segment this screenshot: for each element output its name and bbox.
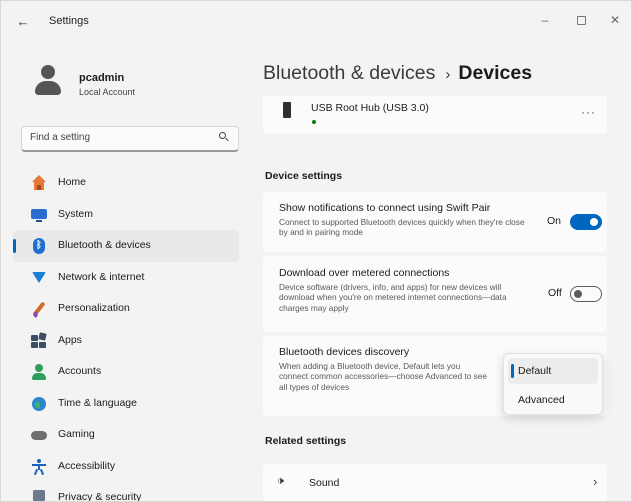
title-bar: ← Settings – ✕	[1, 1, 631, 41]
breadcrumb-separator: ›	[445, 66, 451, 83]
selected-indicator	[511, 364, 514, 378]
sidebar-item-label: Privacy & security	[58, 491, 142, 502]
swift-pair-title: Show notifications to connect using Swif…	[279, 202, 491, 214]
sidebar-item-privacy-security[interactable]: Privacy & security	[13, 482, 239, 502]
sidebar-item-label: Home	[58, 176, 87, 188]
swift-pair-description: Connect to supported Bluetooth devices q…	[279, 217, 525, 238]
discovery-option-advanced[interactable]: Advanced	[508, 387, 598, 413]
option-label: Advanced	[518, 394, 565, 406]
sidebar-item-label: Network & internet	[58, 270, 145, 283]
sidebar-item-label: Apps	[58, 333, 82, 346]
bluetooth-icon: ᛒ	[31, 238, 47, 254]
sound-link[interactable]: 🕩 Sound ›	[263, 464, 607, 501]
sidebar-item-label: Time & language	[58, 396, 137, 409]
sidebar-item-accounts[interactable]: Accounts	[13, 356, 239, 388]
sidebar-item-accessibility[interactable]: Accessibility	[13, 451, 239, 483]
network-icon	[31, 270, 47, 286]
active-indicator	[13, 239, 16, 253]
metered-toggle[interactable]	[570, 286, 602, 302]
home-icon	[31, 175, 47, 191]
profile-name: pcadmin	[79, 72, 125, 84]
gaming-icon	[31, 427, 47, 443]
accessibility-icon	[31, 458, 47, 475]
usb-device-icon	[283, 102, 291, 118]
device-card[interactable]: USB Root Hub (USB 3.0) ···	[263, 96, 607, 134]
time-language-icon	[31, 396, 47, 412]
more-options-button[interactable]: ···	[581, 105, 596, 119]
sidebar-item-personalization[interactable]: Personalization	[13, 293, 239, 325]
discovery-description: When adding a Bluetooth device, Default …	[279, 361, 487, 392]
personalization-icon	[31, 301, 47, 319]
sidebar-item-label: Personalization	[58, 302, 130, 314]
sidebar-item-label: Accounts	[58, 365, 102, 377]
sidebar-item-label: Gaming	[58, 428, 95, 440]
sidebar-item-system[interactable]: System	[13, 199, 239, 231]
search-box[interactable]	[21, 126, 239, 152]
search-input[interactable]	[30, 132, 210, 143]
metered-title: Download over metered connections	[279, 267, 450, 279]
sidebar-item-label: Bluetooth & devices	[58, 239, 151, 251]
avatar[interactable]	[35, 65, 61, 99]
maximize-icon	[576, 16, 586, 26]
privacy-icon	[31, 490, 47, 501]
sidebar-nav: Home System ᛒ Bluetooth & devices Networ…	[13, 167, 241, 502]
device-settings-heading: Device settings	[265, 170, 343, 182]
avatar-head	[41, 65, 55, 79]
maximize-button[interactable]	[567, 9, 595, 31]
option-label: Default	[518, 365, 552, 377]
avatar-body	[35, 81, 61, 95]
sidebar-item-time-language[interactable]: Time & language	[13, 388, 239, 420]
swift-pair-state-label: On	[547, 215, 562, 227]
sidebar-item-apps[interactable]: Apps	[13, 325, 239, 357]
sidebar-item-gaming[interactable]: Gaming	[13, 419, 239, 451]
close-button[interactable]: ✕	[601, 9, 629, 31]
breadcrumb: Bluetooth & devices › Devices	[263, 62, 532, 85]
sound-icon: 🕩	[277, 475, 284, 487]
discovery-title: Bluetooth devices discovery	[279, 346, 410, 358]
sidebar-item-label: Accessibility	[58, 459, 116, 472]
device-name: USB Root Hub (USB 3.0)	[311, 102, 429, 114]
related-settings-heading: Related settings	[265, 435, 347, 447]
search-icon[interactable]	[219, 132, 230, 143]
metered-card: Download over metered connections Device…	[263, 256, 607, 332]
discovery-dropdown[interactable]: Default Advanced	[503, 353, 603, 415]
back-arrow-icon[interactable]: ←	[15, 15, 31, 29]
discovery-option-default[interactable]: Default	[508, 358, 598, 384]
sidebar-item-network[interactable]: Network & internet	[13, 262, 239, 294]
swift-pair-card: Show notifications to connect using Swif…	[263, 192, 607, 252]
app-title: Settings	[49, 15, 89, 27]
system-icon	[31, 207, 47, 223]
swift-pair-toggle[interactable]	[570, 214, 602, 230]
sidebar-item-bluetooth-devices[interactable]: ᛒ Bluetooth & devices	[13, 230, 239, 262]
breadcrumb-parent[interactable]: Bluetooth & devices	[263, 62, 435, 84]
sidebar-item-home[interactable]: Home	[13, 167, 239, 199]
sidebar-item-label: System	[58, 207, 94, 220]
sound-label: Sound	[309, 477, 340, 489]
settings-window: ← Settings – ✕ pcadmin Local Account Hom…	[0, 0, 632, 502]
device-status-dot	[312, 120, 316, 124]
profile-account-type: Local Account	[79, 87, 136, 97]
minimize-button[interactable]: –	[531, 9, 559, 31]
accounts-icon	[31, 364, 47, 380]
metered-state-label: Off	[548, 287, 562, 299]
chevron-right-icon: ›	[593, 474, 598, 489]
page-title: Devices	[458, 62, 533, 84]
metered-description: Device software (drivers, info, and apps…	[279, 282, 507, 313]
apps-icon	[31, 331, 47, 349]
